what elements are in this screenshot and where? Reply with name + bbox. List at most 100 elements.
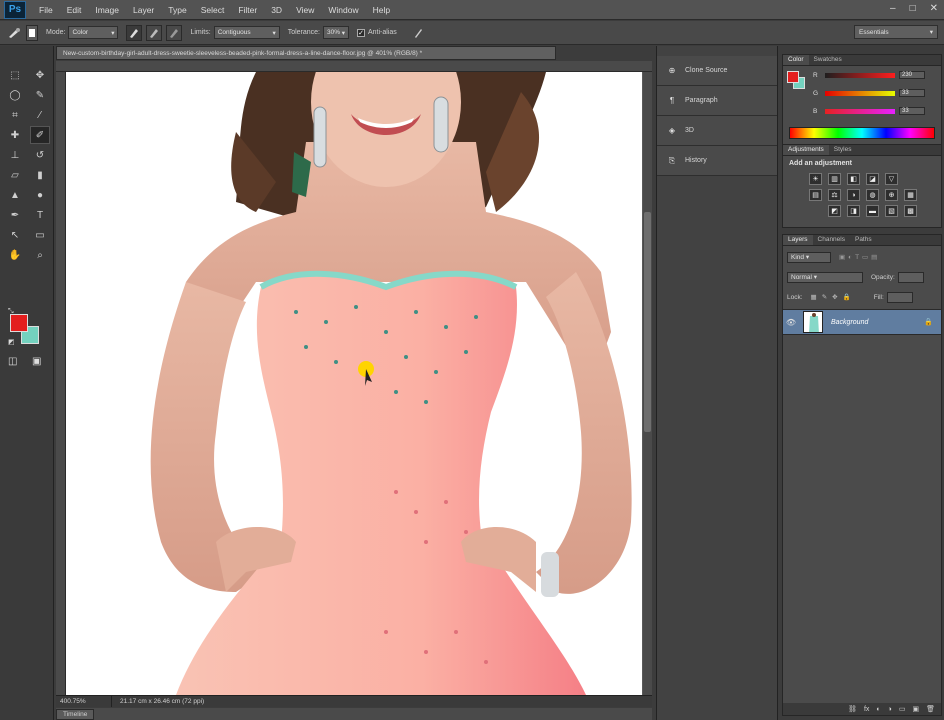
menu-edit[interactable]: Edit [60, 5, 89, 15]
menu-view[interactable]: View [289, 5, 321, 15]
hue-saturation-icon[interactable]: ▤ [809, 189, 822, 201]
invert-icon[interactable]: ◩ [828, 205, 841, 217]
sampling-continuous-icon[interactable] [126, 24, 143, 41]
threshold-icon[interactable]: ▬ [866, 205, 879, 217]
black-white-icon[interactable]: ◑ [847, 189, 860, 201]
vertical-scrollbar[interactable] [643, 72, 652, 695]
clone-source-panel-button[interactable]: ⊕ Clone Source [657, 56, 777, 86]
close-button[interactable]: ✕ [930, 3, 938, 14]
blur-tool-icon[interactable]: ▲ [5, 186, 25, 204]
tab-swatches[interactable]: Swatches [809, 55, 847, 65]
brush-size-picker[interactable] [26, 24, 38, 41]
tab-paths[interactable]: Paths [850, 235, 877, 245]
blend-mode-select[interactable]: Normal ▾ [787, 271, 863, 283]
new-group-icon[interactable]: ▭ [899, 705, 906, 713]
gradient-tool-icon[interactable]: ▮ [30, 166, 50, 184]
quick-select-tool-icon[interactable]: ✎ [30, 86, 50, 104]
tab-styles[interactable]: Styles [829, 145, 857, 155]
dodge-tool-icon[interactable]: ● [30, 186, 50, 204]
layer-kind-select[interactable]: Kind ▾ [787, 251, 831, 263]
foreground-color-swatch[interactable] [10, 314, 28, 332]
menu-window[interactable]: Window [321, 5, 365, 15]
eyedropper-tool-icon[interactable]: ⁄ [30, 106, 50, 124]
color-panel-foreground-swatch[interactable] [787, 71, 799, 83]
vibrance-icon[interactable]: ▽ [885, 173, 898, 185]
layer-name[interactable]: Background [831, 319, 868, 326]
delete-layer-icon[interactable]: 🗑 [926, 705, 935, 713]
layer-filter-icons[interactable]: ▣◐T▭▤ [839, 253, 880, 261]
default-colors-icon[interactable]: ◩ [8, 338, 15, 346]
menu-filter[interactable]: Filter [231, 5, 264, 15]
menu-layer[interactable]: Layer [126, 5, 161, 15]
menu-type[interactable]: Type [161, 5, 193, 15]
exposure-icon[interactable]: ◪ [866, 173, 879, 185]
menu-3d[interactable]: 3D [264, 5, 289, 15]
marquee-tool-icon[interactable]: ⬚ [5, 66, 25, 84]
move-tool-icon[interactable]: ✥ [30, 66, 50, 84]
limits-select[interactable]: Contiguous ▾ [213, 26, 280, 39]
layer-row-background[interactable]: 👁 Background 🔒 [783, 309, 941, 335]
maximize-button[interactable]: □ [910, 3, 916, 14]
shape-tool-icon[interactable]: ▭ [30, 226, 50, 244]
color-replacement-tool-icon[interactable]: ✐ [30, 126, 50, 144]
tab-adjustments[interactable]: Adjustments [783, 145, 829, 155]
color-row-red[interactable]: R 230 [813, 71, 925, 79]
sampling-once-icon[interactable] [146, 24, 163, 41]
color-row-blue[interactable]: B 33 [813, 107, 925, 115]
history-brush-tool-icon[interactable]: ↺ [30, 146, 50, 164]
menu-file[interactable]: File [32, 5, 60, 15]
lasso-tool-icon[interactable]: ◯ [5, 86, 25, 104]
layer-style-icon[interactable]: fx [864, 706, 869, 713]
new-layer-icon[interactable]: ▣ [912, 705, 919, 713]
curves-icon[interactable]: ◧ [847, 173, 860, 185]
channel-mixer-icon[interactable]: ⊕ [885, 189, 898, 201]
brightness-icon[interactable]: ☀ [809, 173, 822, 185]
eye-icon[interactable]: 👁 [783, 318, 799, 327]
quick-mask-icon[interactable]: ◫ [8, 356, 17, 367]
tolerance-input[interactable]: 30% ▾ [323, 26, 349, 39]
color-row-green[interactable]: G 33 [813, 89, 925, 97]
brush-preset-icon[interactable] [6, 24, 22, 41]
hand-tool-icon[interactable]: ✋ [5, 246, 25, 264]
color-spectrum-ramp[interactable] [789, 127, 935, 139]
mode-select[interactable]: Color ▾ [68, 26, 119, 39]
screen-mode-icon[interactable]: ▣ [32, 356, 41, 367]
levels-icon[interactable]: ▥ [828, 173, 841, 185]
minimize-button[interactable]: – [890, 3, 896, 14]
paragraph-panel-button[interactable]: ¶ Paragraph [657, 86, 777, 116]
color-lookup-icon[interactable]: ▦ [904, 189, 917, 201]
tab-channels[interactable]: Channels [813, 235, 850, 245]
photo-filter-icon[interactable]: ◍ [866, 189, 879, 201]
fill-input[interactable] [886, 291, 913, 303]
menu-select[interactable]: Select [194, 5, 232, 15]
eraser-tool-icon[interactable]: ▱ [5, 166, 25, 184]
color-balance-icon[interactable]: ⚖ [828, 189, 841, 201]
zoom-tool-icon[interactable]: ⌕ [30, 246, 50, 264]
adjustment-layer-icon[interactable]: ◑ [888, 706, 892, 713]
path-selection-tool-icon[interactable]: ↖ [5, 226, 25, 244]
clone-stamp-tool-icon[interactable]: ⊥ [5, 146, 25, 164]
opacity-input[interactable] [897, 271, 924, 283]
menu-help[interactable]: Help [366, 5, 397, 15]
timeline-panel-tab[interactable]: Timeline [56, 708, 652, 720]
antialias-checkbox[interactable]: ✓ [357, 28, 365, 37]
tab-layers[interactable]: Layers [783, 235, 813, 245]
gradient-map-icon[interactable]: ▧ [885, 205, 898, 217]
image-canvas[interactable] [66, 72, 642, 695]
workspace-select[interactable]: Essentials ▾ [854, 25, 938, 39]
history-panel-button[interactable]: ⎘ History [657, 146, 777, 176]
3d-panel-button[interactable]: ◈ 3D [657, 116, 777, 146]
zoom-level[interactable]: 400.75% [56, 696, 112, 707]
menu-image[interactable]: Image [88, 5, 126, 15]
sampling-background-icon[interactable] [166, 24, 183, 41]
crop-tool-icon[interactable]: ⌗ [5, 106, 25, 124]
lock-icons[interactable]: ▦✎✥🔒 [811, 293, 856, 301]
type-tool-icon[interactable]: T [30, 206, 50, 224]
tab-color[interactable]: Color [783, 55, 809, 65]
link-layers-icon[interactable]: ⛓ [848, 705, 857, 713]
pen-tool-icon[interactable]: ✒ [5, 206, 25, 224]
selective-color-icon[interactable]: ▩ [904, 205, 917, 217]
layer-mask-icon[interactable]: ◐ [876, 706, 880, 713]
document-tab[interactable]: New-custom-birthday-girl-adult-dress-swe… [56, 46, 556, 60]
posterize-icon[interactable]: ◨ [847, 205, 860, 217]
